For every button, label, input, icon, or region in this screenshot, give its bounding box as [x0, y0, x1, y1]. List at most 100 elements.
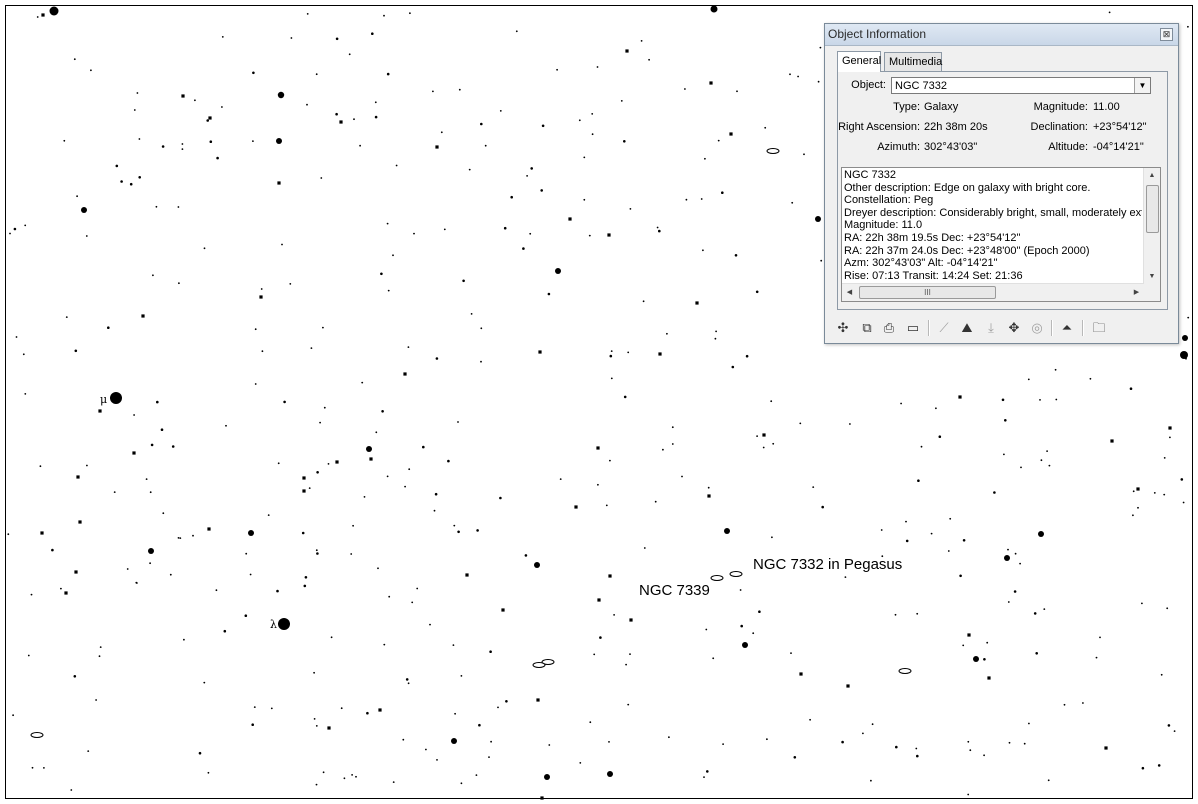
- star-marker[interactable]: [1104, 746, 1108, 750]
- star-marker[interactable]: [501, 608, 505, 612]
- galaxy-marker[interactable]: [30, 732, 44, 738]
- star-marker[interactable]: [148, 548, 154, 554]
- scroll-up-icon[interactable]: ▲: [1144, 168, 1160, 183]
- star-marker[interactable]: [799, 672, 803, 676]
- star-marker[interactable]: [555, 268, 561, 274]
- object-information-window[interactable]: Object Information ⊠ General Multimedia …: [824, 23, 1179, 344]
- star-marker[interactable]: [534, 562, 540, 568]
- star-marker[interactable]: [335, 460, 339, 464]
- star-marker[interactable]: [207, 527, 211, 531]
- star-marker[interactable]: [762, 433, 766, 437]
- star-marker[interactable]: [302, 476, 306, 480]
- star-marker[interactable]: [695, 301, 699, 305]
- vertical-scroll-thumb[interactable]: [1146, 185, 1159, 233]
- star-marker[interactable]: [538, 350, 542, 354]
- star-marker[interactable]: [607, 771, 613, 777]
- star-marker[interactable]: [78, 520, 82, 524]
- scroll-down-icon[interactable]: ▼: [1144, 269, 1160, 284]
- star-marker[interactable]: [277, 181, 281, 185]
- star-marker[interactable]: [259, 295, 263, 299]
- star-marker[interactable]: [540, 796, 544, 800]
- star-marker[interactable]: [1038, 531, 1044, 537]
- star-marker[interactable]: [967, 633, 971, 637]
- galaxy-marker[interactable]: [710, 575, 724, 581]
- star-marker[interactable]: [987, 676, 991, 680]
- star-marker[interactable]: [74, 570, 78, 574]
- image-icon[interactable]: ⛰: [957, 318, 977, 338]
- star-marker[interactable]: [709, 81, 713, 85]
- horizontal-scroll-thumb[interactable]: III: [859, 286, 996, 299]
- star-marker[interactable]: [110, 392, 122, 404]
- scroll-right-icon[interactable]: ▶: [1129, 284, 1144, 301]
- star-marker[interactable]: [98, 409, 102, 413]
- vertical-scrollbar[interactable]: ▲ ▼: [1143, 168, 1160, 284]
- download-icon[interactable]: ⤓: [981, 318, 1001, 338]
- center-icon[interactable]: ✣: [833, 318, 853, 338]
- star-marker[interactable]: [141, 314, 145, 318]
- star-marker[interactable]: [544, 774, 550, 780]
- star-marker[interactable]: [465, 573, 469, 577]
- up-arrow-icon[interactable]: ⏶: [1057, 318, 1077, 338]
- star-marker[interactable]: [973, 656, 979, 662]
- galaxy-marker[interactable]: [766, 148, 780, 154]
- star-marker[interactable]: [958, 395, 962, 399]
- star-marker[interactable]: [1168, 426, 1172, 430]
- star-marker[interactable]: [629, 618, 633, 622]
- star-marker[interactable]: [536, 698, 540, 702]
- star-marker[interactable]: [1136, 487, 1140, 491]
- star-marker[interactable]: [76, 475, 80, 479]
- horizontal-scrollbar[interactable]: ◀ III ▶: [842, 283, 1144, 301]
- star-marker[interactable]: [1180, 351, 1188, 359]
- star-marker[interactable]: [81, 207, 87, 213]
- star-marker[interactable]: [132, 451, 136, 455]
- scroll-left-icon[interactable]: ◀: [842, 284, 857, 301]
- galaxy-marker[interactable]: [532, 662, 546, 668]
- star-marker[interactable]: [276, 138, 282, 144]
- copy-icon[interactable]: ⧉: [857, 318, 877, 338]
- star-marker[interactable]: [846, 684, 850, 688]
- chevron-down-icon[interactable]: ▼: [1134, 78, 1150, 93]
- star-marker[interactable]: [1182, 335, 1188, 341]
- book-icon[interactable]: ▭: [903, 318, 923, 338]
- star-marker[interactable]: [40, 531, 44, 535]
- star-marker[interactable]: [607, 233, 611, 237]
- star-marker[interactable]: [710, 5, 718, 13]
- close-icon[interactable]: ⊠: [1160, 28, 1173, 41]
- tab-multimedia[interactable]: Multimedia: [884, 52, 942, 71]
- galaxy-marker[interactable]: [898, 668, 912, 674]
- object-select[interactable]: NGC 7332 ▼: [891, 77, 1151, 94]
- star-marker[interactable]: [451, 738, 457, 744]
- planet-icon[interactable]: ◎: [1027, 318, 1047, 338]
- star-marker[interactable]: [302, 489, 306, 493]
- star-marker[interactable]: [378, 708, 382, 712]
- star-marker[interactable]: [1004, 555, 1010, 561]
- star-marker[interactable]: [608, 574, 612, 578]
- star-marker[interactable]: [278, 618, 290, 630]
- pointer-icon[interactable]: ✥: [1004, 318, 1024, 338]
- star-marker[interactable]: [625, 49, 629, 53]
- star-marker[interactable]: [658, 352, 662, 356]
- star-marker[interactable]: [435, 145, 439, 149]
- star-marker[interactable]: [208, 116, 212, 120]
- tab-general[interactable]: General: [837, 51, 881, 72]
- star-marker[interactable]: [574, 505, 578, 509]
- star-marker[interactable]: [597, 598, 601, 602]
- folder-icon[interactable]: 🗀: [1089, 318, 1109, 338]
- star-marker[interactable]: [41, 13, 45, 17]
- description-textbox[interactable]: NGC 7332 Other description: Edge on galax…: [841, 167, 1161, 302]
- star-marker[interactable]: [181, 94, 185, 98]
- star-marker[interactable]: [248, 530, 254, 536]
- star-marker[interactable]: [49, 6, 59, 16]
- star-marker[interactable]: [724, 528, 730, 534]
- star-marker[interactable]: [366, 446, 372, 452]
- telescope-icon[interactable]: ⟋: [934, 318, 954, 338]
- galaxy-marker[interactable]: [729, 571, 743, 577]
- star-marker[interactable]: [64, 591, 68, 595]
- window-titlebar[interactable]: Object Information ⊠: [825, 24, 1178, 46]
- star-marker[interactable]: [339, 120, 343, 124]
- star-marker[interactable]: [369, 457, 373, 461]
- star-marker[interactable]: [277, 91, 285, 99]
- print-icon[interactable]: ⎙: [879, 318, 899, 338]
- star-marker[interactable]: [742, 642, 748, 648]
- star-marker[interactable]: [327, 726, 331, 730]
